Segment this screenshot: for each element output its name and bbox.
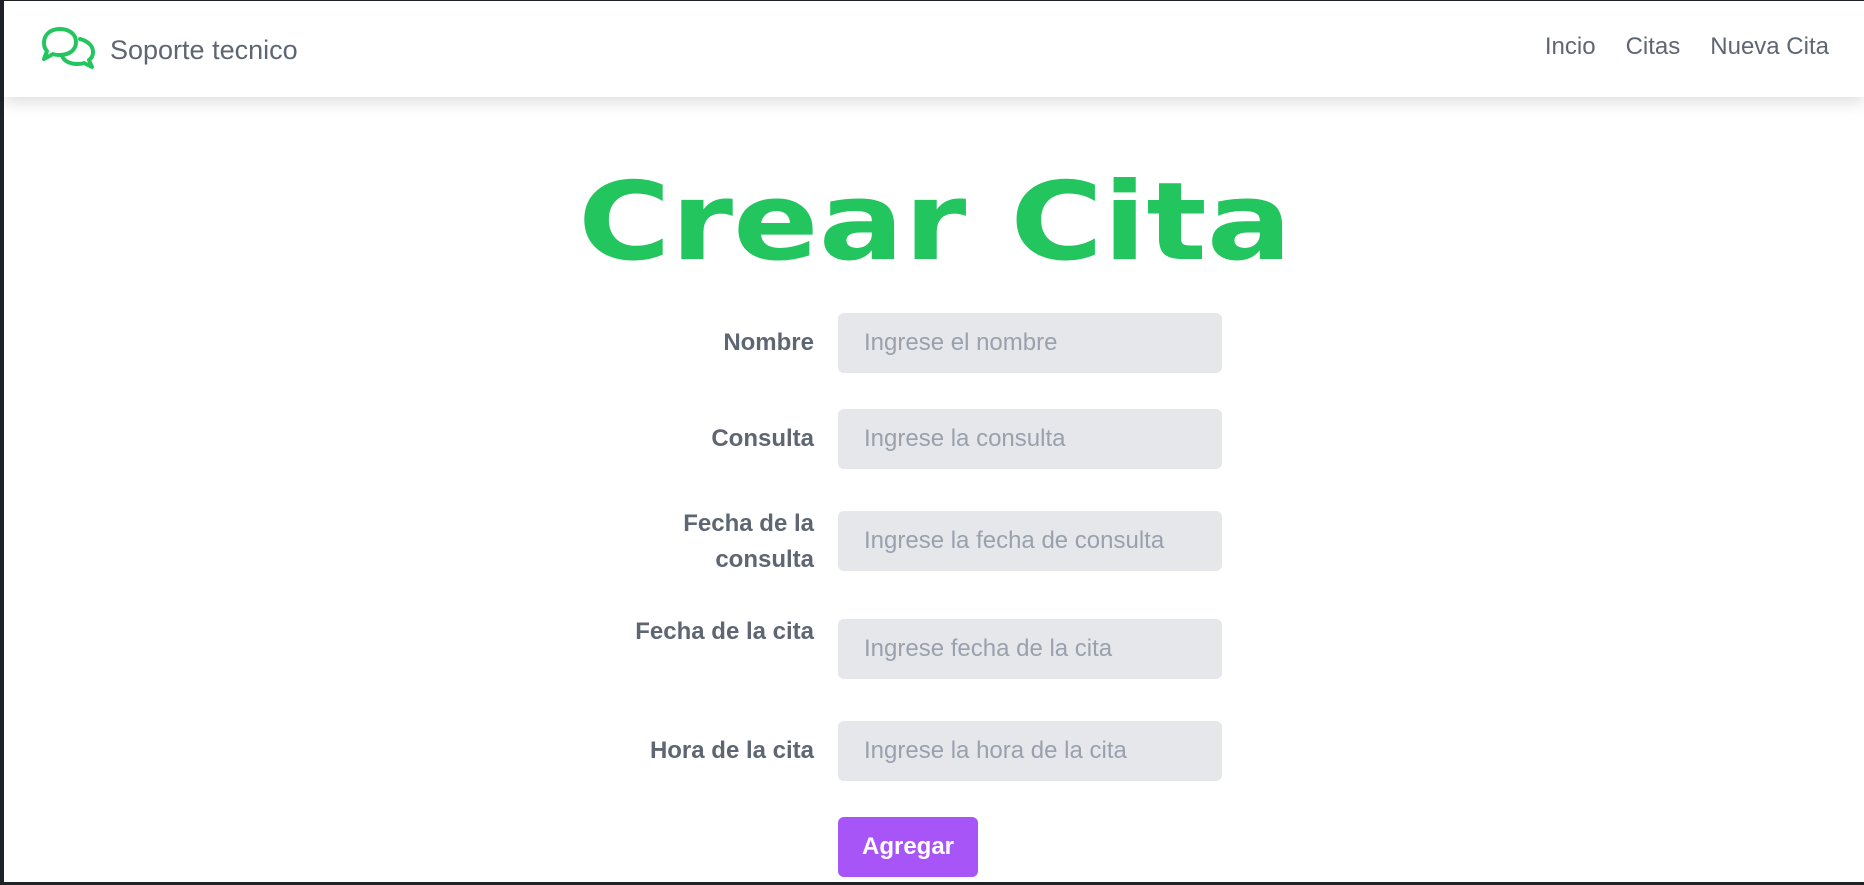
fecha-consulta-input[interactable]	[838, 511, 1222, 571]
hora-cita-label: Hora de la cita	[649, 737, 814, 764]
nombre-input[interactable]	[838, 313, 1222, 373]
navbar: Soporte tecnico Incio Citas Nueva Cita	[4, 1, 1864, 97]
consulta-label: Consulta	[711, 425, 814, 452]
fecha-cita-label: Fecha de la cita	[635, 618, 814, 645]
nav-link-citas[interactable]: Citas	[1626, 33, 1681, 61]
window-border-left	[0, 0, 4, 885]
agregar-button[interactable]: Agregar	[838, 817, 978, 877]
nav-link-inicio[interactable]: Incio	[1545, 33, 1596, 61]
page-title: Crear Cita	[577, 160, 1293, 285]
fecha-consulta-label: Fecha de la consulta	[683, 510, 814, 573]
nav-link-nueva-cita[interactable]: Nueva Cita	[1710, 33, 1829, 61]
brand-name: Soporte tecnico	[110, 35, 298, 65]
nombre-label: Nombre	[723, 329, 814, 356]
hora-cita-input[interactable]	[838, 721, 1222, 781]
fecha-cita-input[interactable]	[838, 619, 1222, 679]
consulta-input[interactable]	[838, 409, 1222, 469]
chat-bubbles-icon	[38, 25, 98, 76]
nav-links: Incio Citas Nueva Cita	[1515, 33, 1829, 61]
brand[interactable]: Soporte tecnico	[38, 25, 298, 76]
